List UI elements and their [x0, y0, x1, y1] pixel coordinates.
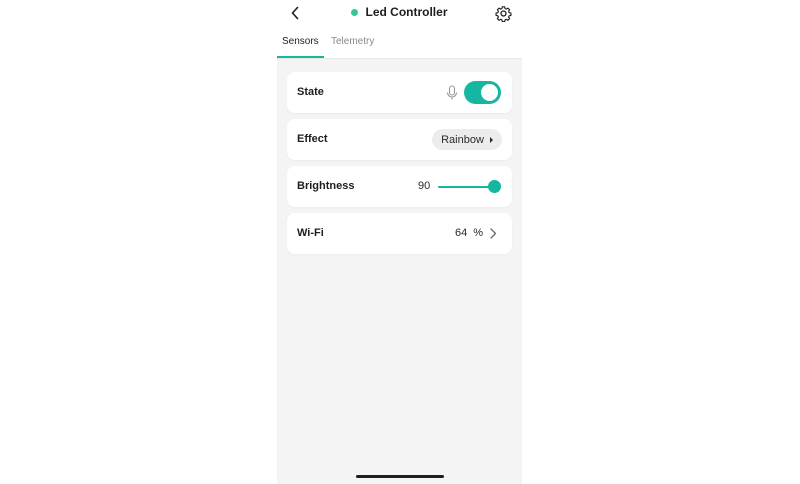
header-bar: Led Controller	[277, 0, 522, 26]
gear-icon	[494, 5, 512, 22]
wifi-label: Wi-Fi	[297, 227, 324, 239]
slider-fill	[438, 186, 494, 188]
wifi-value: 64 %	[455, 227, 484, 239]
state-label: State	[297, 86, 324, 98]
page-title: Led Controller	[365, 5, 448, 19]
toggle-knob	[481, 84, 498, 101]
status-dot	[351, 8, 359, 16]
effect-card: Effect Rainbow	[287, 119, 512, 160]
app-screen: Led Controller Sensors Telemetry State E…	[277, 0, 522, 484]
home-indicator[interactable]	[356, 475, 444, 478]
caret-right-icon	[489, 136, 493, 143]
state-toggle[interactable]	[464, 81, 501, 104]
tab-telemetry[interactable]: Telemetry	[331, 36, 374, 47]
microphone-icon[interactable]	[445, 85, 459, 101]
active-tab-indicator	[277, 56, 324, 58]
state-card: State	[287, 72, 512, 113]
settings-button[interactable]	[492, 2, 514, 24]
brightness-card: Brightness 90	[287, 166, 512, 207]
brightness-label: Brightness	[297, 180, 355, 192]
brightness-value: 90	[418, 180, 431, 192]
tab-bar: Sensors Telemetry	[277, 26, 522, 59]
effect-select[interactable]: Rainbow	[432, 129, 502, 150]
chevron-right-icon[interactable]	[488, 227, 498, 240]
wifi-card[interactable]: Wi-Fi 64 %	[287, 213, 512, 254]
effect-label: Effect	[297, 133, 328, 145]
brightness-slider[interactable]	[438, 180, 501, 194]
effect-value: Rainbow	[441, 133, 484, 146]
tab-sensors[interactable]: Sensors	[282, 36, 319, 47]
slider-thumb[interactable]	[487, 180, 501, 193]
title-group: Led Controller	[277, 5, 522, 19]
